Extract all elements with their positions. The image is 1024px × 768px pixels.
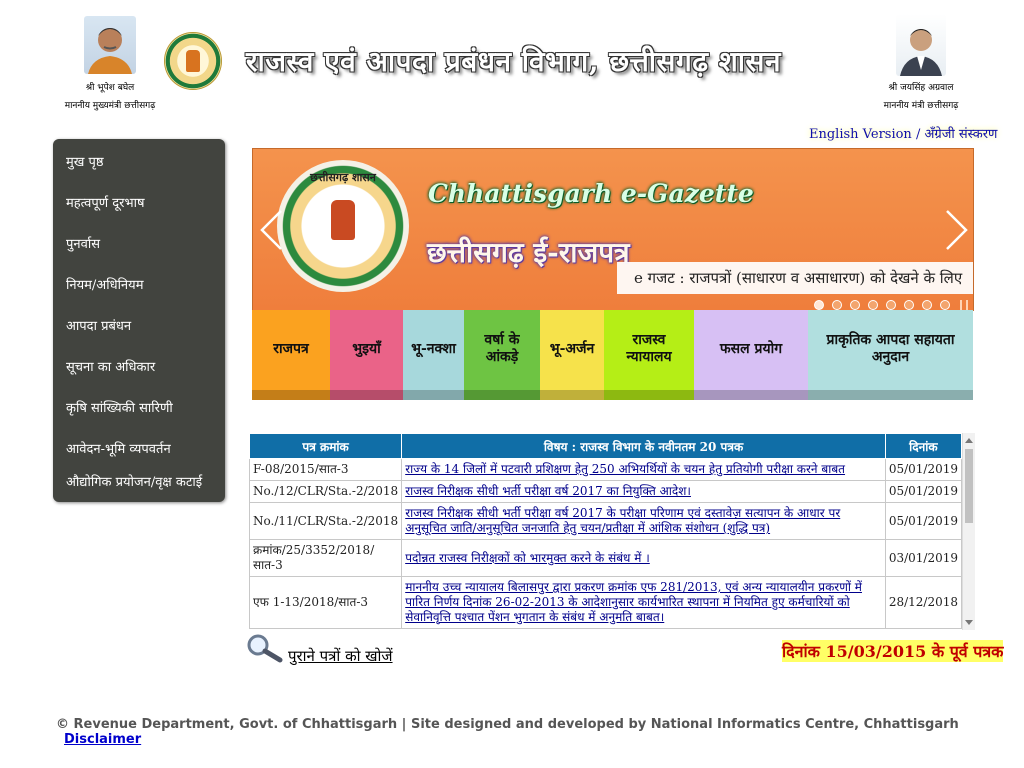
letter-number: क्रमांक/25/3352/2018/ सात-3: [249, 539, 403, 577]
sidebar-item-important-phones[interactable]: महत्वपूर्ण दूरभाष: [66, 193, 226, 211]
chief-minister-photo: [84, 16, 136, 74]
letter-subject-link[interactable]: राजस्व निरीक्षक सीधी भर्ती परीक्षा वर्ष …: [405, 506, 840, 535]
tile-rajpatra[interactable]: राजपत्र: [252, 310, 330, 400]
language-separator: /: [915, 127, 921, 142]
sidebar-item-rti[interactable]: सूचना का अधिकार: [66, 357, 226, 375]
slider-dot[interactable]: [922, 299, 932, 310]
language-switch: English Version / अँग्रेजी संस्करण: [809, 124, 997, 142]
minister-designation: माननीय मंत्री छत्तीसगढ़: [883, 101, 959, 111]
sidebar-menu: मुख पृष्ठ महत्वपूर्ण दूरभाष पुनर्वास निय…: [53, 139, 225, 502]
letter-subject-link[interactable]: राजस्व निरीक्षक सीधी भर्ती परीक्षा वर्ष …: [405, 484, 691, 498]
table-row: F-08/2015/सात-3 राज्य के 14 जिलों में पट…: [249, 458, 962, 481]
letter-date: 28/12/2018: [884, 576, 962, 629]
scroll-down-arrow-icon[interactable]: [965, 620, 973, 625]
letter-date: 05/01/2019: [884, 502, 962, 540]
letter-number: No./11/CLR/Sta.-2/2018: [249, 502, 403, 540]
slider-dot[interactable]: [904, 299, 914, 310]
tile-label: राजपत्र: [273, 340, 309, 357]
slider-pause-icon[interactable]: [960, 299, 968, 310]
magnifier-search-icon[interactable]: [244, 633, 286, 663]
state-emblem-icon: [164, 32, 222, 90]
letter-date: 03/01/2019: [884, 539, 962, 577]
service-tiles: राजपत्र भुइयाँ भू-नक्शा वर्षा के आंकड़े …: [252, 310, 973, 400]
letter-number: No./12/CLR/Sta.-2/2018: [249, 480, 403, 503]
slide-caption[interactable]: e गजट : राजपत्रों (साधारण व असाधारण) को …: [617, 262, 973, 294]
table-header-row: पत्र क्रमांक विषय : राजस्व विभाग के नवीन…: [249, 433, 962, 459]
tile-crop-experiment[interactable]: फसल प्रयोग: [694, 310, 808, 400]
tile-label: प्राकृतिक आपदा सहायता अनुदान: [826, 332, 955, 365]
column-header-date: दिनांक: [884, 433, 962, 459]
slider-dot[interactable]: [940, 299, 950, 310]
tile-bhuiyan[interactable]: भुइयाँ: [330, 310, 403, 400]
letter-subject-link[interactable]: माननीय उच्च न्यायालय बिलासपुर द्वारा प्र…: [405, 580, 862, 624]
tile-label: भू-अर्जन: [549, 340, 595, 357]
seal-text: छत्तीसगढ़ शासन: [310, 171, 376, 184]
table-row: No./11/CLR/Sta.-2/2018 राजस्व निरीक्षक स…: [249, 502, 962, 540]
chief-minister-caption: श्री भूपेश बघेल माननीय मुख्यमंत्री छत्ती…: [56, 79, 164, 115]
slider-next-arrow-icon[interactable]: [941, 209, 971, 251]
banner-slider: छत्तीसगढ़ शासन Chhattisgarh e-Gazette छत…: [252, 148, 974, 311]
minister-name: श्री जयसिंह अग्रवाल: [888, 83, 954, 93]
sidebar-item-disaster-management[interactable]: आपदा प्रबंधन: [66, 316, 226, 334]
minister-caption: श्री जयसिंह अग्रवाल माननीय मंत्री छत्तीस…: [866, 79, 976, 115]
scrollbar-thumb[interactable]: [965, 449, 973, 523]
tile-rainfall-data[interactable]: वर्षा के आंकड़े: [464, 310, 540, 400]
gazette-title-english: Chhattisgarh e-Gazette: [428, 179, 754, 208]
minister-photo: [896, 14, 946, 76]
sidebar-item-land-diversion[interactable]: आवेदन-भूमि व्यपवर्तन: [66, 439, 226, 457]
sidebar-item-industrial-tree-cutting[interactable]: औद्योगिक प्रयोजन/वृक्ष कटाई: [66, 472, 226, 490]
letter-number: एफ 1-13/2018/सात-3: [249, 576, 403, 629]
english-version-link[interactable]: English Version: [809, 127, 912, 142]
sidebar-item-rehabilitation[interactable]: पुनर्वास: [66, 234, 226, 252]
letter-subject-link[interactable]: पदोन्नत राजस्व निरीक्षकों को भारमुक्त कर…: [405, 551, 650, 565]
sidebar-item-agri-stats[interactable]: कृषि सांख्यिकी सारिणी: [66, 398, 226, 416]
slider-dot[interactable]: [868, 299, 878, 310]
hindi-version-link[interactable]: अँग्रेजी संस्करण: [924, 127, 997, 142]
sidebar-item-rules-acts[interactable]: नियम/अधिनियम: [66, 275, 226, 293]
tile-disaster-relief-grant[interactable]: प्राकृतिक आपदा सहायता अनुदान: [808, 310, 973, 400]
slider-pagination: [814, 294, 968, 310]
state-seal-icon: छत्तीसगढ़ शासन: [277, 160, 409, 292]
slider-prev-arrow-icon[interactable]: [257, 209, 287, 251]
search-old-letters-link[interactable]: पुराने पत्रों को खोजें: [288, 646, 393, 666]
table-row: एफ 1-13/2018/सात-3 माननीय उच्च न्यायालय …: [249, 576, 962, 629]
tile-label: राजस्व न्यायालय: [626, 332, 672, 365]
footer-copyright: © Revenue Department, Govt. of Chhattisg…: [56, 717, 959, 732]
tile-label: फसल प्रयोग: [719, 340, 783, 357]
slider-dot[interactable]: [886, 299, 896, 310]
page-title: राजस्व एवं आपदा प्रबंधन विभाग, छत्तीसगढ़…: [246, 45, 782, 78]
table-row: क्रमांक/25/3352/2018/ सात-3 पदोन्नत राजस…: [249, 539, 962, 577]
table-row: No./12/CLR/Sta.-2/2018 राजस्व निरीक्षक स…: [249, 480, 962, 503]
tile-label: भुइयाँ: [352, 340, 381, 357]
slider-dot[interactable]: [832, 299, 842, 310]
gazette-title-hindi: छत्तीसगढ़ ई-राजपत्र: [427, 236, 630, 269]
letter-date: 05/01/2019: [884, 480, 962, 503]
letter-date: 05/01/2019: [884, 458, 962, 481]
letter-number: F-08/2015/सात-3: [249, 458, 403, 481]
tile-bhu-arjan[interactable]: भू-अर्जन: [540, 310, 604, 400]
scroll-up-arrow-icon[interactable]: [965, 438, 973, 443]
table-scrollbar[interactable]: [962, 433, 975, 630]
chief-minister-name: श्री भूपेश बघेल: [85, 83, 135, 93]
tile-label: वर्षा के आंकड़े: [484, 332, 520, 365]
latest-letters-table: पत्र क्रमांक विषय : राजस्व विभाग के नवीन…: [249, 433, 962, 630]
slider-dot[interactable]: [850, 299, 860, 310]
tile-revenue-court[interactable]: राजस्व न्यायालय: [604, 310, 694, 400]
column-header-subject: विषय : राजस्व विभाग के नवीनतम 20 पत्रक: [401, 433, 886, 459]
column-header-letter-no: पत्र क्रमांक: [249, 433, 403, 459]
footer: © Revenue Department, Govt. of Chhattisg…: [56, 717, 1024, 747]
pre-2015-letters-link[interactable]: दिनांक 15/03/2015 के पूर्व पत्रक: [782, 640, 1004, 662]
letter-subject-link[interactable]: राज्य के 14 जिलों में पटवारी प्रशिक्षण ह…: [405, 462, 845, 476]
tile-label: भू-नक्शा: [411, 340, 456, 357]
disclaimer-link[interactable]: Disclaimer: [64, 732, 141, 747]
tile-bhu-naksha[interactable]: भू-नक्शा: [403, 310, 464, 400]
slider-dot[interactable]: [814, 299, 824, 310]
sidebar-item-home[interactable]: मुख पृष्ठ: [66, 152, 226, 170]
chief-minister-designation: माननीय मुख्यमंत्री छत्तीसगढ़: [64, 101, 156, 111]
